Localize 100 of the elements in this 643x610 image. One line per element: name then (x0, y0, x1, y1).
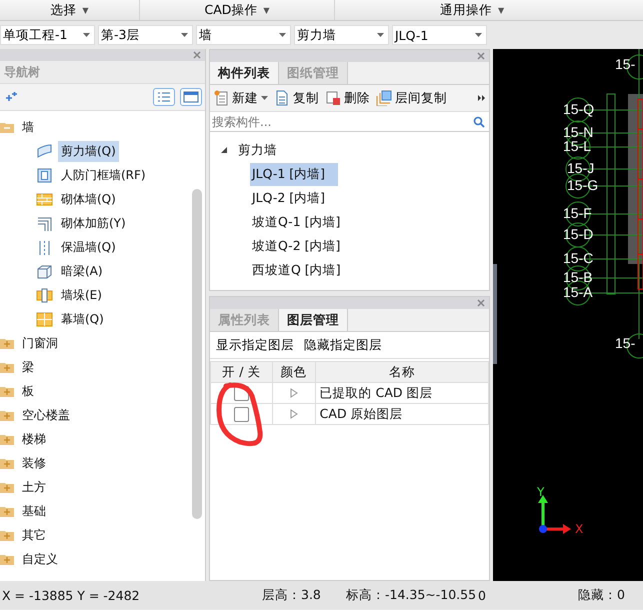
sparkle-plus-icon[interactable] (3, 92, 17, 102)
tree-item[interactable]: 基础 (19, 500, 49, 522)
curtain-wall-icon (36, 310, 53, 328)
axis-label: 15-C (563, 251, 594, 265)
beam-wall-icon (36, 262, 53, 280)
axis-label: 15-G (567, 178, 598, 192)
tree-item[interactable]: JLQ-2 [内墙] (250, 186, 328, 210)
folder-icon[interactable] (0, 505, 14, 517)
layer-action-button[interactable]: 显示指定图层 (216, 336, 294, 354)
tree-item[interactable]: 空心楼盖 (19, 404, 73, 426)
column-header: 名称 (315, 362, 488, 382)
dropdown-field[interactable]: 第-3层 (98, 25, 193, 45)
dropdown-field[interactable]: 剪力墙 (294, 25, 389, 45)
tree-item[interactable]: 门窗洞 (19, 332, 61, 354)
tree-item[interactable]: 人防门框墙(RF) (58, 164, 149, 186)
folder-icon[interactable] (0, 553, 14, 565)
tree-item[interactable]: 土方 (19, 476, 49, 498)
folder-icon[interactable] (0, 529, 14, 541)
caret-icon (261, 96, 268, 100)
toolbar-button[interactable]: 新建 (213, 90, 268, 106)
close-icon[interactable] (477, 299, 485, 307)
close-icon[interactable] (193, 51, 201, 59)
axis-label: 15-J (567, 161, 594, 175)
menu-button[interactable]: CAD操作 ▼ (140, 0, 335, 20)
dropdown-field[interactable]: 墙 (196, 25, 291, 45)
tree-item[interactable]: 楼梯 (19, 428, 49, 450)
panel-title: 导航树 (0, 61, 205, 84)
list-view-button[interactable] (153, 88, 175, 106)
folder-icon[interactable] (0, 121, 14, 133)
tree-item[interactable]: 砌体加筋(Y) (58, 212, 129, 234)
folder-icon[interactable] (0, 385, 14, 397)
tree-item[interactable]: 西坡道Q [内墙] (250, 258, 343, 282)
new-icon (213, 90, 229, 106)
dropdown-field[interactable]: 单项工程-1 (0, 25, 95, 45)
list-icon (157, 91, 171, 103)
collapse-handle[interactable] (493, 264, 497, 364)
axis-label: 15-A (563, 285, 593, 299)
floor-height-text: 层高：3.8 (262, 586, 322, 604)
column-header: 颜色 (272, 362, 316, 382)
axis-label: 15-F (563, 206, 592, 220)
elevation-text: 标高：-14.35~-10.55 (346, 586, 478, 604)
table-cell: 已提取的 CAD 图层 (315, 382, 488, 404)
tree-item[interactable]: 墙 (19, 116, 37, 138)
y-axis-label: Y (537, 486, 544, 498)
tree-item[interactable]: 坡道Q-2 [内墙] (250, 234, 342, 258)
toolbar-button[interactable]: 复制 (274, 90, 319, 106)
folder-icon[interactable] (0, 409, 14, 421)
panel-view-button[interactable] (180, 88, 202, 106)
tree-item[interactable]: 幕墙(Q) (58, 308, 107, 330)
tree-item[interactable]: 梁 (19, 356, 37, 378)
caret-icon (377, 33, 384, 37)
caret-icon (181, 33, 188, 37)
tree-item[interactable]: 砌体墙(Q) (58, 188, 119, 210)
axis-label: 15- (615, 336, 636, 350)
tree-item[interactable]: 板 (19, 380, 37, 402)
table-cell: CAD 原始图层 (315, 404, 488, 424)
folder-icon[interactable] (0, 481, 14, 493)
toolbar-button[interactable]: 删除 (325, 90, 370, 106)
tree-item[interactable]: 剪力墙 (236, 138, 279, 162)
folder-icon[interactable] (0, 337, 14, 349)
tree-item[interactable]: 保温墙(Q) (58, 236, 119, 258)
tree-item[interactable]: 坡道Q-1 [内墙] (250, 210, 342, 234)
close-icon[interactable] (477, 52, 485, 60)
layer-action-button[interactable]: 隐藏指定图层 (304, 336, 382, 354)
axis-label: 15- (615, 57, 636, 71)
scrollbar-thumb[interactable] (192, 189, 202, 519)
menu-button[interactable]: 选择 ▼ (0, 0, 140, 20)
hidden-count-text: 隐藏：0 (578, 586, 625, 604)
dropdown-field[interactable]: JLQ-1 (392, 25, 487, 45)
shear-wall-icon (36, 142, 53, 160)
folder-icon[interactable] (0, 433, 14, 445)
toolbar-button[interactable]: 层间复制 (376, 90, 447, 106)
axis-label: 15-L (563, 139, 592, 153)
tree-item[interactable]: JLQ-1 [内墙] (250, 162, 338, 186)
axis-label: 15-B (563, 270, 593, 284)
tree-item[interactable]: 墙垛(E) (58, 284, 105, 306)
folder-icon[interactable] (0, 361, 14, 373)
pier-wall-icon (36, 286, 53, 304)
tree-item[interactable]: 剪力墙(Q) (58, 140, 119, 162)
folder-icon[interactable] (0, 457, 14, 469)
checkbox[interactable] (234, 407, 249, 422)
tab[interactable]: 图层管理 (279, 309, 348, 331)
more-icon[interactable] (478, 94, 486, 102)
delete-icon (325, 90, 341, 106)
menu-button[interactable]: 通用操作 ▼ (335, 0, 643, 20)
tree-item[interactable]: 暗梁(A) (58, 260, 106, 282)
search-icon[interactable] (473, 116, 485, 128)
floor-copy-icon (376, 90, 392, 106)
caret-icon (83, 33, 90, 37)
status-value: 0 (478, 588, 487, 602)
expand-triangle-icon[interactable] (220, 146, 228, 154)
tree-item[interactable]: 自定义 (19, 548, 61, 570)
tab[interactable]: 构件列表 (210, 62, 279, 84)
caret-icon (475, 33, 482, 37)
tree-item[interactable]: 其它 (19, 524, 49, 546)
caret-icon (279, 33, 286, 37)
rebar-wall-icon (36, 214, 53, 232)
window-icon (183, 91, 199, 103)
tree-item[interactable]: 装修 (19, 452, 49, 474)
axis-label: 15-D (563, 227, 594, 241)
